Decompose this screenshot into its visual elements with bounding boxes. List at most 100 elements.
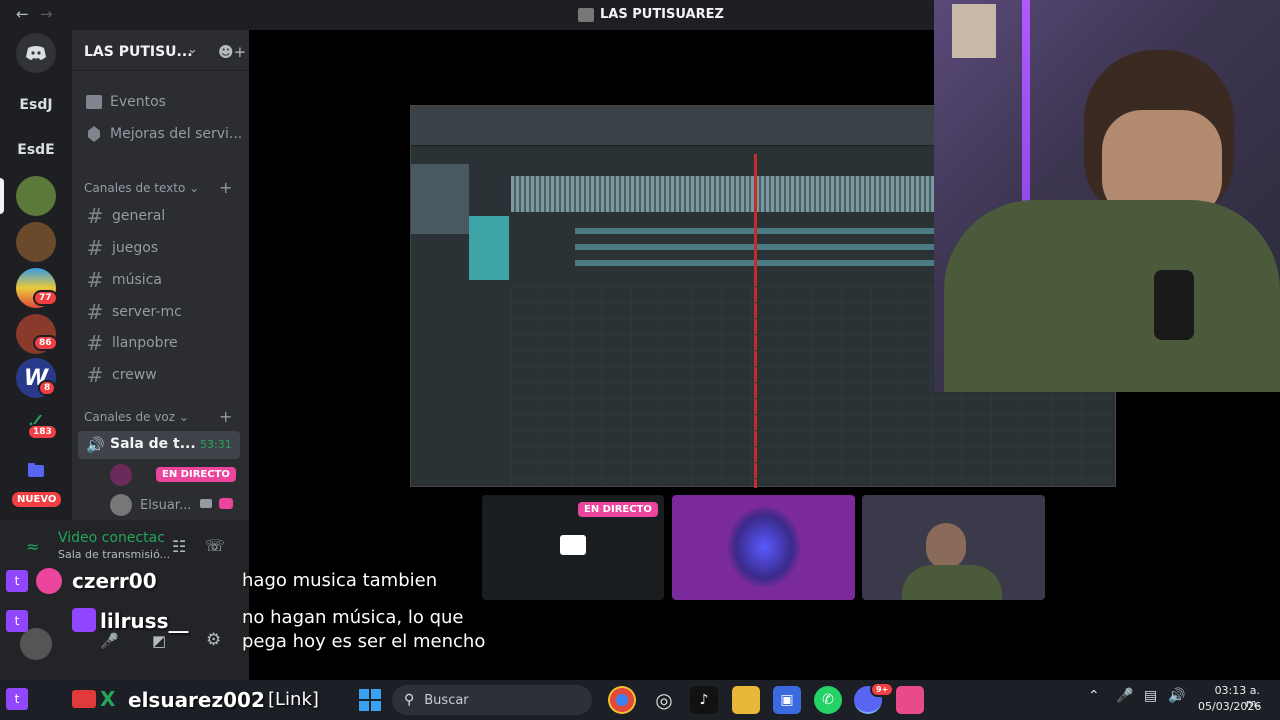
discord-home-icon[interactable] — [16, 33, 56, 73]
network-icon[interactable]: ▤ — [1144, 688, 1157, 704]
microphone-icon[interactable]: 🎤 — [1116, 688, 1133, 704]
server-avatar[interactable] — [16, 222, 56, 262]
search-box[interactable]: ⚲ Buscar — [392, 685, 592, 715]
channel-server-mc[interactable]: # server-mc — [86, 300, 182, 324]
back-arrow-icon[interactable]: ← — [16, 5, 29, 23]
channel-juegos[interactable]: # juegos — [86, 236, 159, 260]
channel-label: general — [112, 208, 166, 224]
windows-start-icon[interactable] — [356, 686, 384, 714]
calendar-icon — [86, 95, 102, 109]
subscriber-badge-icon — [72, 608, 96, 632]
channel-musica[interactable]: # música — [86, 268, 162, 292]
stream-icon — [219, 498, 233, 509]
headphones-icon[interactable]: ◩ — [152, 632, 166, 650]
search-placeholder: Buscar — [424, 692, 469, 708]
file-explorer-icon[interactable] — [732, 686, 760, 714]
hash-icon: # — [86, 331, 104, 355]
forward-arrow-icon[interactable]: → — [40, 5, 53, 23]
server-avatar[interactable] — [16, 176, 56, 216]
microphone-icon[interactable]: 🎤 — [100, 632, 119, 650]
voice-user-name: Elsuar... — [140, 498, 192, 513]
channel-creww[interactable]: # creww — [86, 363, 157, 387]
server-name[interactable]: LAS PUTISU... — [84, 44, 193, 60]
live-badge: EN DIRECTO — [578, 502, 658, 517]
twitch-icon: t — [6, 570, 28, 592]
chat-message: no hagan música, lo que pega hoy es ser … — [242, 607, 486, 652]
events-item[interactable]: Eventos — [86, 94, 166, 110]
window-title-text: LAS PUTISUAREZ — [600, 7, 724, 22]
add-channel-icon[interactable]: + — [219, 407, 232, 426]
events-label: Eventos — [110, 94, 166, 110]
person-shirt — [944, 200, 1280, 392]
daw-track-headers — [469, 216, 509, 280]
hash-icon: # — [86, 363, 104, 387]
chevron-up-icon[interactable]: ⌃ — [1088, 688, 1100, 704]
channel-label: creww — [112, 367, 157, 383]
chevron-down-icon[interactable]: ⌄ — [187, 42, 198, 57]
avatar — [36, 568, 62, 594]
channel-llanpobre[interactable]: # llanpobre — [86, 331, 178, 355]
youtube-icon — [72, 690, 96, 708]
app-icon[interactable] — [896, 686, 924, 714]
voice-category[interactable]: Canales de voz ⌄ — [84, 410, 189, 424]
person-face — [926, 523, 966, 569]
server-esde[interactable]: EsdE — [16, 130, 56, 170]
twitch-icon: t — [6, 610, 28, 632]
new-badge: NUEVO — [10, 490, 64, 509]
channel-general[interactable]: # general — [86, 204, 166, 228]
chrome-icon[interactable] — [608, 686, 636, 714]
avatar[interactable] — [110, 464, 132, 486]
hash-icon: # — [86, 268, 104, 292]
poster — [952, 4, 996, 58]
server-icon — [578, 7, 594, 22]
user-tile[interactable] — [672, 495, 855, 600]
volume-icon[interactable]: 🔊 — [1168, 688, 1185, 704]
disconnect-icon[interactable]: ☏ — [205, 536, 225, 555]
channel-label: llanpobre — [112, 335, 178, 351]
divider — [72, 70, 249, 71]
server-esdj[interactable]: EsdJ — [16, 85, 56, 125]
voice-category-label: Canales de voz — [84, 410, 176, 424]
gear-icon[interactable]: ⚙ — [206, 630, 221, 650]
channel-label: server-mc — [112, 304, 182, 320]
avatar — [728, 507, 800, 587]
voice-subtitle: Sala de transmisió... — [58, 548, 171, 561]
avatar[interactable] — [20, 628, 52, 660]
channel-label: música — [112, 272, 162, 288]
chevron-down-icon: ⌄ — [189, 181, 200, 195]
twitch-icon: t — [6, 688, 28, 710]
hash-icon: # — [86, 236, 104, 260]
voice-status: Video conectac — [58, 530, 165, 546]
text-category-label: Canales de texto — [84, 181, 186, 195]
add-member-icon[interactable]: ☻+ — [218, 43, 246, 61]
store-icon[interactable]: ▣ — [773, 686, 801, 714]
search-icon: ⚲ — [404, 692, 415, 708]
tiktok-icon[interactable]: ♪ — [690, 686, 718, 714]
signal-icon: ≈ — [26, 537, 40, 556]
boosts-label: Mejoras del servi... — [110, 126, 243, 142]
channel-label: juegos — [112, 240, 159, 256]
window-title: LAS PUTISUAREZ — [578, 7, 724, 22]
boosts-item[interactable]: Mejoras del servi... — [86, 126, 242, 142]
voice-channel-name: Sala de t... — [110, 436, 196, 452]
microphone — [1154, 270, 1194, 340]
daw-browser — [411, 164, 469, 234]
add-channel-icon[interactable]: + — [219, 178, 232, 197]
chevron-down-icon: ⌄ — [178, 410, 189, 424]
folder-icon[interactable] — [16, 450, 56, 490]
live-badge: EN DIRECTO — [156, 467, 236, 482]
avatar[interactable] — [110, 494, 132, 516]
clock-date[interactable]: 05/03/2026 — [1198, 700, 1261, 713]
opera-icon[interactable]: ◎ — [650, 686, 678, 714]
link-label: [Link] — [268, 689, 319, 710]
webcam-tile[interactable] — [862, 495, 1045, 600]
person-shirt — [902, 565, 1002, 600]
noise-suppression-icon[interactable]: ☷ — [172, 537, 186, 556]
mention-badge: 183 — [27, 424, 58, 440]
whatsapp-icon[interactable]: ✆ — [814, 686, 842, 714]
x-icon: X — [100, 687, 116, 711]
text-category[interactable]: Canales de texto ⌄ — [84, 181, 199, 195]
speaker-icon: 🔊 — [86, 436, 105, 454]
mention-badge: 8 — [38, 380, 57, 396]
active-server-pill — [0, 178, 4, 214]
